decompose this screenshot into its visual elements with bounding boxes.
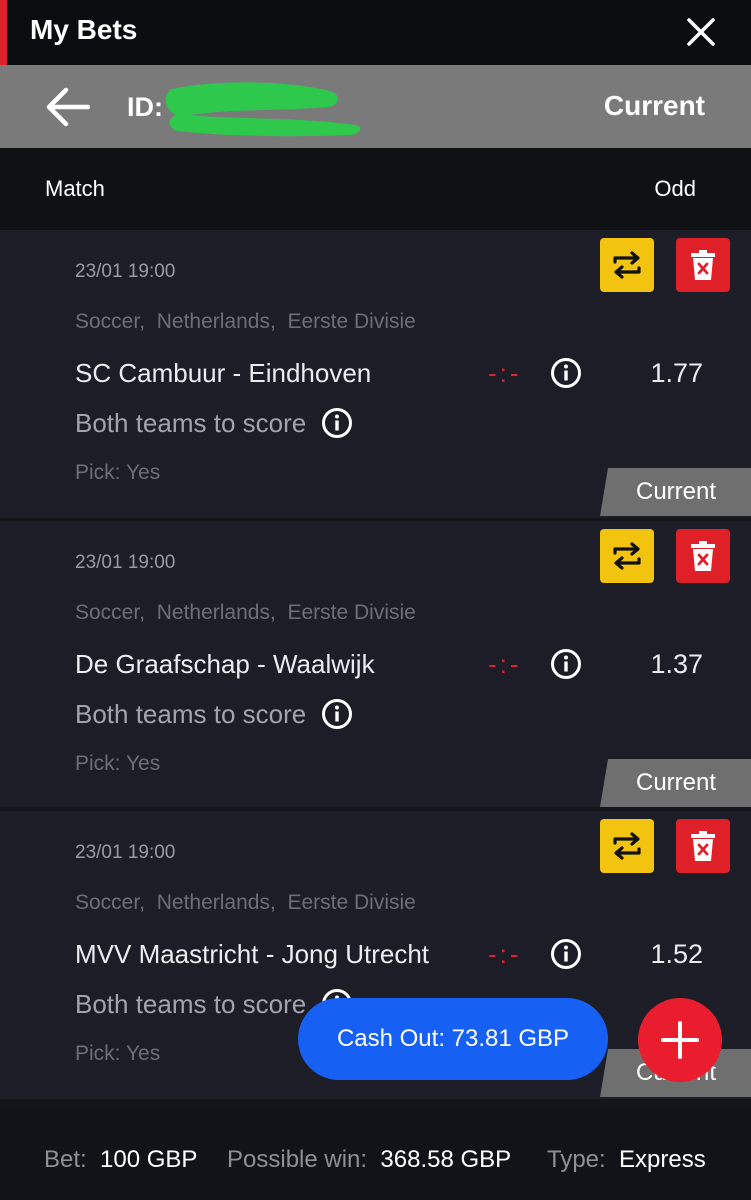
info-icon[interactable]	[550, 648, 582, 680]
accent-stripe	[0, 0, 7, 65]
bet-market: Both teams to score	[75, 989, 307, 1019]
bet-card: 23/01 19:00 Soccer, Netherlands, Eerste …	[0, 521, 751, 807]
bet-league: Soccer, Netherlands, Eerste Divisie	[75, 601, 416, 624]
page-title: My Bets	[30, 14, 138, 45]
possible-win-label: Possible win:	[227, 1146, 368, 1173]
bet-date: 23/01 19:00	[75, 261, 176, 282]
cash-out-button[interactable]: Cash Out: 73.81 GBP	[298, 998, 608, 1080]
bet-card: 23/01 19:00 Soccer, Netherlands, Eerste …	[0, 230, 751, 518]
summary-possible-win: Possible win: 368.58 GBP	[227, 1146, 511, 1174]
add-bet-button[interactable]	[638, 998, 722, 1082]
bet-pick: Pick: Yes	[75, 1042, 161, 1065]
bet-label: Bet:	[44, 1146, 87, 1173]
possible-win-value: 368.58 GBP	[380, 1146, 512, 1173]
column-header: Match Odd	[0, 148, 751, 230]
summary-type: Type: Express	[547, 1146, 706, 1174]
type-label: Type:	[547, 1146, 606, 1173]
top-bar: My Bets	[0, 0, 751, 65]
type-value: Express	[619, 1146, 706, 1173]
swap-button[interactable]	[600, 819, 654, 873]
bet-summary-footer: Bet: 100 GBP Possible win: 368.58 GBP Ty…	[0, 1108, 751, 1200]
ticket-id-label: ID:	[127, 92, 163, 122]
bet-score: -:-	[488, 649, 522, 679]
bet-value: 100 GBP	[100, 1146, 198, 1173]
delete-button[interactable]	[676, 529, 730, 583]
bet-status-tag: Current	[600, 468, 751, 516]
info-icon[interactable]	[321, 407, 353, 439]
bet-teams: MVV Maastricht - Jong Utrecht	[75, 939, 429, 969]
bet-status-tag: Current	[600, 759, 751, 807]
column-match: Match	[45, 176, 105, 201]
bet-odd: 1.77	[650, 358, 703, 388]
column-odd: Odd	[654, 176, 696, 201]
delete-button[interactable]	[676, 819, 730, 873]
bet-teams: De Graafschap - Waalwijk	[75, 649, 375, 679]
bet-pick: Pick: Yes	[75, 461, 161, 484]
back-arrow-icon[interactable]	[44, 87, 91, 127]
bet-odd: 1.37	[650, 649, 703, 679]
delete-button[interactable]	[676, 238, 730, 292]
bet-score: -:-	[488, 939, 522, 969]
plus-icon	[661, 1021, 699, 1059]
ticket-status: Current	[603, 90, 705, 121]
redaction-mark	[160, 75, 370, 139]
bet-teams: SC Cambuur - Eindhoven	[75, 358, 372, 388]
bet-pick: Pick: Yes	[75, 752, 161, 775]
close-icon[interactable]	[685, 16, 717, 48]
bet-league: Soccer, Netherlands, Eerste Divisie	[75, 891, 416, 914]
bet-market: Both teams to score	[75, 699, 307, 729]
info-icon[interactable]	[550, 357, 582, 389]
info-icon[interactable]	[321, 698, 353, 730]
summary-bet: Bet: 100 GBP	[44, 1146, 197, 1174]
bet-odd: 1.52	[650, 939, 703, 969]
info-icon[interactable]	[550, 938, 582, 970]
bet-market: Both teams to score	[75, 408, 307, 438]
bet-score: -:-	[488, 358, 522, 388]
bet-date: 23/01 19:00	[75, 552, 176, 573]
bet-league: Soccer, Netherlands, Eerste Divisie	[75, 310, 416, 333]
swap-button[interactable]	[600, 238, 654, 292]
swap-button[interactable]	[600, 529, 654, 583]
ticket-header: ID: Current	[0, 65, 751, 148]
bet-date: 23/01 19:00	[75, 842, 176, 863]
